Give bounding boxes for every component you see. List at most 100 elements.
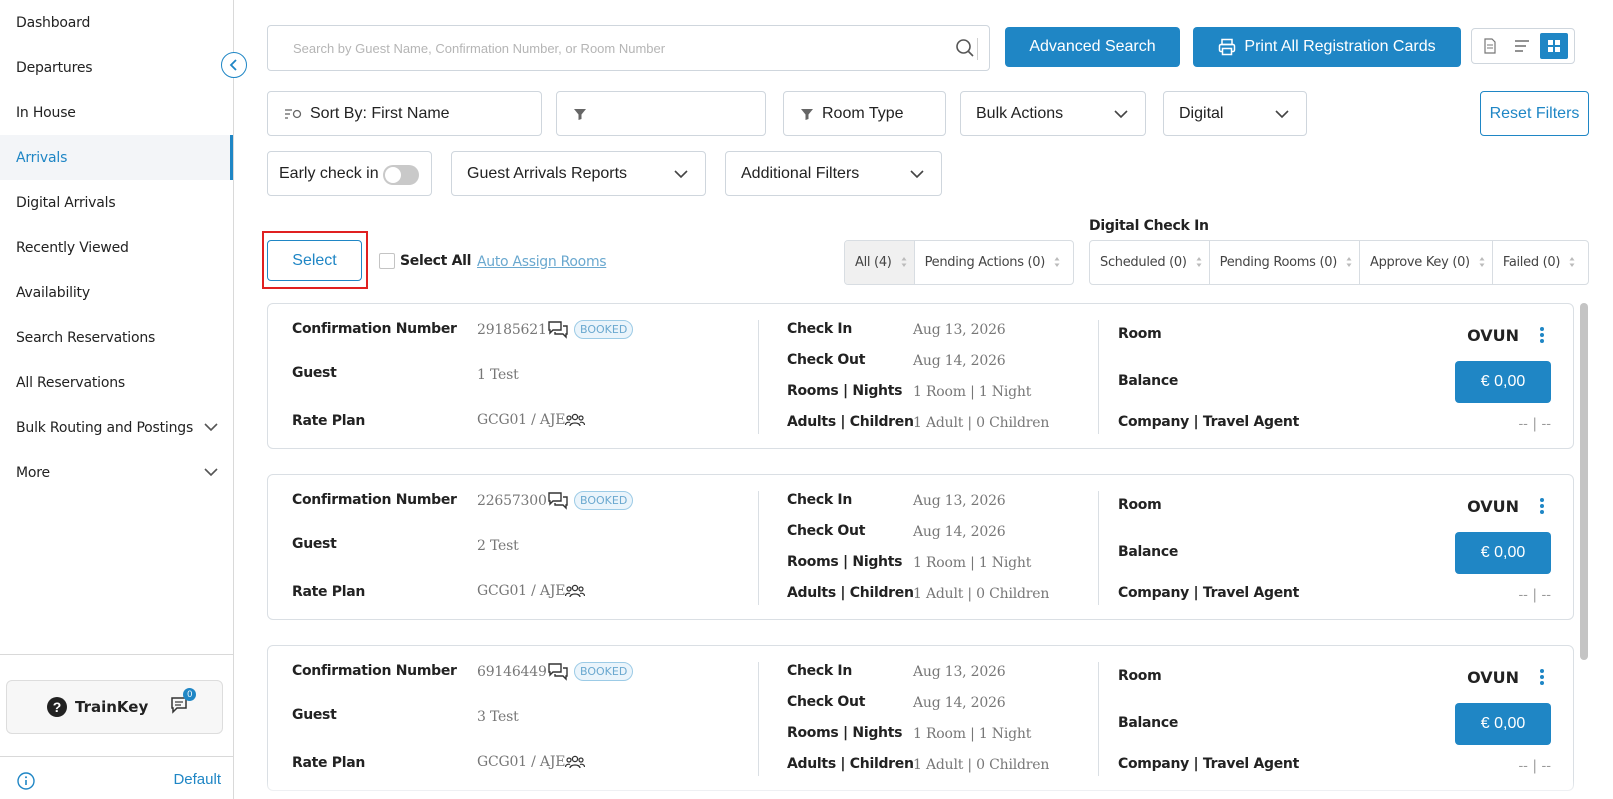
status-tabs: All (4) Pending Actions (0) <box>844 240 1074 285</box>
tab-failed[interactable]: Failed (0) <box>1493 241 1582 284</box>
reservation-card[interactable]: Confirmation Number 22657300 BOOKED Gues… <box>267 474 1574 620</box>
sidebar-item-label: In House <box>16 104 76 121</box>
sidebar-item-availability[interactable]: Availability <box>0 270 233 315</box>
digital-checkin-title: Digital Check In <box>1089 218 1209 234</box>
sidebar-item-recently-viewed[interactable]: Recently Viewed <box>0 225 233 270</box>
guest-arrivals-reports-dropdown[interactable]: Guest Arrivals Reports <box>451 151 706 196</box>
sidebar-item-label: Availability <box>16 284 90 301</box>
chat-count-badge: 0 <box>183 687 197 701</box>
tab-pending-actions[interactable]: Pending Actions (0) <box>915 241 1067 284</box>
confirmation-number-value[interactable]: 29185621 <box>477 322 547 338</box>
digital-dropdown[interactable]: Digital <box>1163 91 1307 136</box>
tab-all[interactable]: All (4) <box>845 241 915 284</box>
sidebar-item-departures[interactable]: Departures <box>0 45 233 90</box>
room-type-filter[interactable]: Room Type <box>783 91 946 136</box>
view-grid-button[interactable] <box>1540 33 1568 59</box>
trainkey-label[interactable]: TrainKey <box>75 698 148 716</box>
room-value[interactable]: OVUN <box>1467 668 1519 687</box>
room-value[interactable]: OVUN <box>1467 326 1519 345</box>
rooms-nights-value: 1 Room | 1 Night <box>913 555 1032 571</box>
property-default-link[interactable]: Default <box>173 771 221 788</box>
scrollbar[interactable] <box>1580 303 1588 660</box>
balance-button[interactable]: € 0,00 <box>1455 703 1551 745</box>
adults-children-value: 1 Adult | 0 Children <box>913 415 1050 431</box>
bulk-actions-dropdown[interactable]: Bulk Actions <box>960 91 1146 136</box>
search-field[interactable] <box>267 25 990 71</box>
more-options-icon[interactable] <box>1539 668 1545 686</box>
confirmation-number-label: Confirmation Number <box>292 663 457 679</box>
comments-icon[interactable] <box>548 492 568 510</box>
reservation-card[interactable]: Confirmation Number 69146449 BOOKED Gues… <box>267 645 1574 791</box>
select-all-control[interactable]: Select All <box>379 253 471 269</box>
sort-by-label: Sort By: First Name <box>310 104 450 122</box>
sort-arrows-icon <box>1346 257 1352 267</box>
rooms-nights-label: Rooms | Nights <box>787 554 903 570</box>
tab-label: Approve Key (0) <box>1369 255 1470 270</box>
balance-button[interactable]: € 0,00 <box>1455 532 1551 574</box>
reset-filters-button[interactable]: Reset Filters <box>1480 91 1589 136</box>
sidebar-item-search-reservations[interactable]: Search Reservations <box>0 315 233 360</box>
confirmation-number-value[interactable]: 69146449 <box>477 664 547 680</box>
chevron-down-icon <box>910 170 924 179</box>
check-out-label: Check Out <box>787 523 866 539</box>
help-icon[interactable]: ? <box>47 697 67 717</box>
more-options-icon[interactable] <box>1539 326 1545 344</box>
select-all-checkbox[interactable] <box>379 253 395 269</box>
tab-approve-key[interactable]: Approve Key (0) <box>1360 241 1493 284</box>
company-travel-agent-value: -- | -- <box>1518 587 1551 603</box>
search-input[interactable] <box>293 40 943 56</box>
comments-icon[interactable] <box>548 321 568 339</box>
sidebar-item-arrivals[interactable]: Arrivals <box>0 135 233 180</box>
balance-button[interactable]: € 0,00 <box>1455 361 1551 403</box>
info-icon[interactable] <box>17 772 35 790</box>
guest-name-value[interactable]: 3 Test <box>477 709 519 725</box>
confirmation-number-label: Confirmation Number <box>292 492 457 508</box>
chat-button[interactable]: 0 <box>170 687 197 719</box>
rooms-nights-label: Rooms | Nights <box>787 383 903 399</box>
select-button[interactable]: Select <box>267 240 362 281</box>
sidebar-item-label: More <box>16 464 50 481</box>
confirmation-number-value[interactable]: 22657300 <box>477 493 547 509</box>
chevron-down-icon <box>204 423 218 432</box>
sidebar-item-more[interactable]: More <box>0 450 233 495</box>
check-out-label: Check Out <box>787 352 866 368</box>
view-list-button[interactable] <box>1508 33 1536 59</box>
room-label: Room <box>1118 326 1162 342</box>
guest-name-value[interactable]: 1 Test <box>477 367 519 383</box>
more-options-icon[interactable] <box>1539 497 1545 515</box>
sidebar-item-dashboard[interactable]: Dashboard <box>0 0 233 45</box>
sort-arrows-icon <box>1569 257 1575 267</box>
sidebar-item-bulk-routing[interactable]: Bulk Routing and Postings <box>0 405 233 450</box>
room-label: Room <box>1118 497 1162 513</box>
comments-icon[interactable] <box>548 663 568 681</box>
divider <box>977 38 978 60</box>
sort-by-dropdown[interactable]: Sort By: First Name <box>267 91 542 136</box>
print-all-registration-cards-button[interactable]: Print All Registration Cards <box>1193 27 1461 67</box>
select-label: Select <box>292 251 337 269</box>
auto-assign-rooms-link[interactable]: Auto Assign Rooms <box>477 254 607 270</box>
search-icon[interactable] <box>955 38 975 58</box>
trainkey-panel: ? TrainKey 0 <box>6 680 223 734</box>
sidebar-item-label: Digital Arrivals <box>16 194 116 211</box>
tab-pending-rooms[interactable]: Pending Rooms (0) <box>1210 241 1360 284</box>
additional-filters-dropdown[interactable]: Additional Filters <box>725 151 942 196</box>
sidebar-collapse-button[interactable] <box>221 52 247 78</box>
rate-plan-value: GCG01 / AJE <box>477 583 566 599</box>
early-checkin-toggle[interactable] <box>383 165 419 185</box>
reservation-card[interactable]: Confirmation Number 29185621 BOOKED Gues… <box>267 303 1574 449</box>
sidebar-item-in-house[interactable]: In House <box>0 90 233 135</box>
check-in-value: Aug 13, 2026 <box>913 322 1006 338</box>
view-document-button[interactable] <box>1476 33 1504 59</box>
digital-label: Digital <box>1179 104 1224 122</box>
check-in-value: Aug 13, 2026 <box>913 493 1006 509</box>
divider <box>1098 491 1099 605</box>
tab-label: All (4) <box>855 255 892 270</box>
guest-name-value[interactable]: 2 Test <box>477 538 519 554</box>
tab-scheduled[interactable]: Scheduled (0) <box>1090 241 1210 284</box>
balance-label: Balance <box>1118 544 1179 560</box>
sidebar-item-all-reservations[interactable]: All Reservations <box>0 360 233 405</box>
advanced-search-button[interactable]: Advanced Search <box>1005 27 1180 67</box>
sidebar-item-digital-arrivals[interactable]: Digital Arrivals <box>0 180 233 225</box>
filter-dropdown[interactable] <box>556 91 766 136</box>
room-value[interactable]: OVUN <box>1467 497 1519 516</box>
